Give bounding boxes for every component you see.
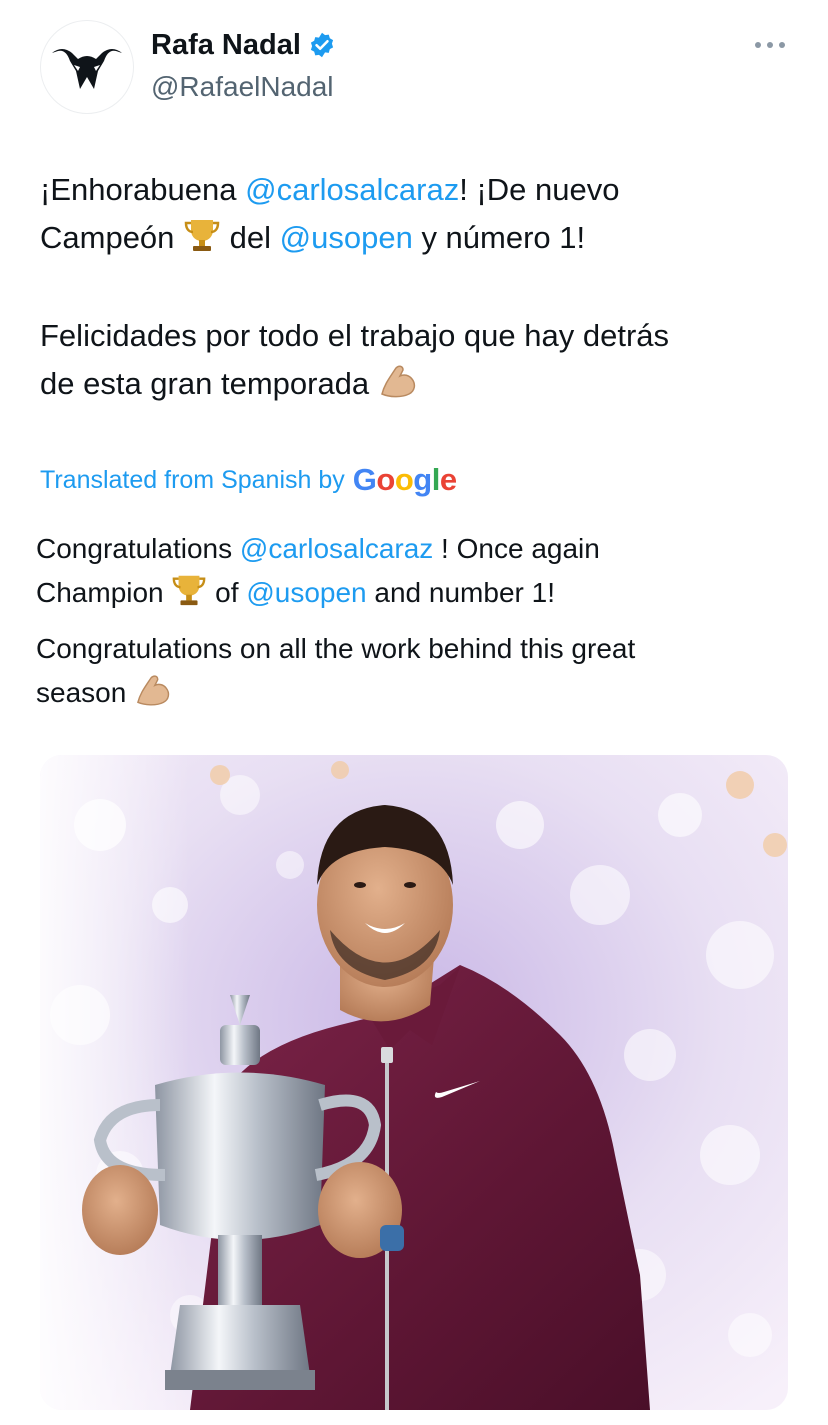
translation-paragraph-1: Congratulations @carlosalcaraz ! Once ag… — [36, 527, 806, 621]
flexed-biceps-emoji — [378, 364, 418, 414]
translation-text: ! Once again — [433, 533, 600, 564]
tweet-text: y número 1! — [412, 220, 586, 255]
flexed-biceps-emoji — [134, 674, 172, 721]
author-handle[interactable]: @RafaelNadal — [151, 68, 334, 106]
tweet-text: de esta gran temporada — [40, 366, 378, 401]
translation-text: Congratulations — [36, 533, 240, 564]
tweet-paragraph-1: ¡Enhorabuena @carlosalcaraz! ¡De nuevo C… — [40, 166, 800, 268]
author-name-row[interactable]: Rafa Nadal — [151, 26, 336, 64]
translation-paragraph-2: Congratulations on all the work behind t… — [36, 627, 806, 721]
rafa-bull-logo-icon — [52, 49, 122, 89]
google-letter: g — [413, 462, 432, 497]
left-hand — [82, 1165, 158, 1255]
translation-text: Congratulations on all the work behind t… — [36, 633, 636, 664]
google-letter: G — [352, 462, 377, 497]
tweet-text: ¡Enhorabuena — [40, 172, 246, 207]
translation-text: of — [207, 577, 247, 608]
trophy-emoji — [171, 572, 207, 621]
avatar[interactable] — [40, 20, 134, 114]
trophy-emoji — [183, 216, 221, 268]
translation-text: and number 1! — [366, 577, 555, 608]
google-letter: o — [394, 462, 414, 497]
mention-usopen[interactable]: @usopen — [246, 577, 366, 608]
tweet-photo[interactable] — [40, 755, 788, 1410]
tweet-text: Campeón — [40, 220, 184, 255]
mention-usopen[interactable]: @usopen — [280, 220, 413, 255]
mention-carlosalcaraz[interactable]: @carlosalcaraz — [240, 533, 433, 564]
tweet-text: ! ¡De nuevo — [459, 172, 620, 207]
tweet-text: del — [221, 220, 280, 255]
author-display-name[interactable]: Rafa Nadal — [151, 26, 301, 64]
verified-badge-icon — [308, 31, 336, 59]
google-logo: Google — [353, 460, 457, 500]
google-letter: e — [439, 462, 457, 497]
tweet-text: Felicidades por todo el trabajo que hay … — [40, 318, 670, 353]
mention-carlosalcaraz[interactable]: @carlosalcaraz — [245, 172, 459, 207]
translation-text: season — [36, 677, 135, 708]
google-letter: l — [431, 462, 441, 497]
tweet-paragraph-2: Felicidades por todo el trabajo que hay … — [40, 312, 800, 414]
translation-text: Champion — [36, 577, 172, 608]
google-letter: o — [376, 462, 395, 497]
translation-label: Translated from Spanish by — [40, 466, 345, 494]
more-options-button[interactable] — [750, 30, 790, 60]
more-options-icon — [755, 42, 785, 48]
translation-attribution[interactable]: Translated from Spanish by Google — [40, 460, 457, 500]
